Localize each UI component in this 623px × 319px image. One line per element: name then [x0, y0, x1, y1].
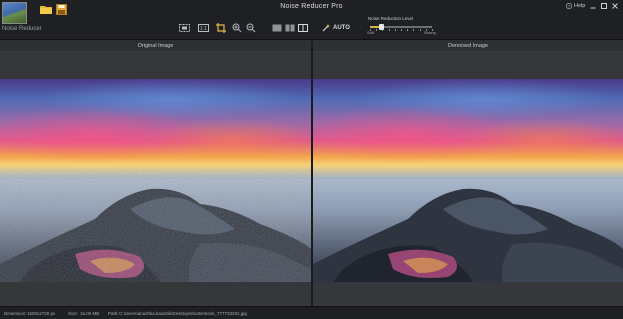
slider-handle[interactable] — [378, 24, 384, 30]
path-value: C:\Users\anushka.kaushik\Desktop\shutter… — [119, 311, 247, 316]
side-by-side-icon[interactable] — [296, 22, 309, 33]
original-image — [0, 79, 311, 282]
minimize-icon[interactable] — [589, 2, 597, 10]
noise-reduction-label: Noise Reduction Level — [368, 16, 414, 21]
svg-text:?: ? — [568, 4, 571, 9]
zoom-in-icon[interactable] — [230, 22, 243, 33]
slider-tick — [376, 29, 378, 31]
original-panel-title: Original Image — [0, 41, 311, 52]
help-icon: ? — [566, 3, 572, 9]
toolbar: Noise Reducer Noise Reducer Pro 1:1 AUTO… — [0, 0, 623, 40]
help-label: Help — [574, 3, 586, 9]
actual-size-icon[interactable]: 1:1 — [197, 22, 210, 33]
slider-max-label: Strong — [424, 30, 436, 35]
crop-icon[interactable] — [214, 22, 227, 33]
dimension-value: 1500x2720 px — [27, 311, 56, 316]
app-title: Noise Reducer Pro — [280, 3, 343, 10]
size-value: 16.00 MB — [80, 311, 100, 316]
single-view-icon[interactable] — [270, 22, 283, 33]
path-label: Path: — [108, 311, 119, 316]
fit-screen-icon[interactable] — [178, 22, 191, 33]
slider-tick — [401, 29, 402, 31]
slider-tick — [394, 29, 396, 31]
denoised-image — [313, 79, 623, 282]
help-button[interactable]: ? Help — [566, 3, 585, 9]
denoised-image-viewport[interactable] — [313, 52, 623, 306]
slider-min-label: Soft — [367, 30, 375, 35]
size-label: Size: — [68, 311, 79, 316]
dimension-label: Dimension: — [4, 311, 27, 316]
save-icon[interactable] — [56, 4, 67, 15]
auto-label: AUTO — [333, 24, 350, 31]
close-icon[interactable] — [611, 2, 619, 10]
original-image-viewport[interactable] — [0, 52, 311, 306]
open-folder-icon[interactable] — [40, 4, 53, 15]
slider-tick — [413, 29, 415, 31]
noise-reduction-slider[interactable] — [370, 24, 433, 31]
magic-wand-icon — [322, 23, 330, 31]
denoised-panel-title: Denoised Image — [313, 41, 623, 52]
slider-tick — [407, 29, 409, 31]
zoom-out-icon[interactable] — [244, 22, 257, 33]
slider-tick — [419, 29, 421, 31]
svg-text:1:1: 1:1 — [200, 26, 207, 32]
app-logo-label: Noise Reducer — [2, 26, 42, 32]
maximize-icon[interactable] — [600, 2, 608, 10]
slider-tick — [388, 29, 390, 31]
status-bar: Dimension: 1500x2720 px Size: 16.00 MB P… — [0, 306, 623, 319]
split-view-icon[interactable] — [283, 22, 296, 33]
auto-button[interactable]: AUTO — [322, 21, 350, 34]
app-logo — [2, 2, 27, 24]
